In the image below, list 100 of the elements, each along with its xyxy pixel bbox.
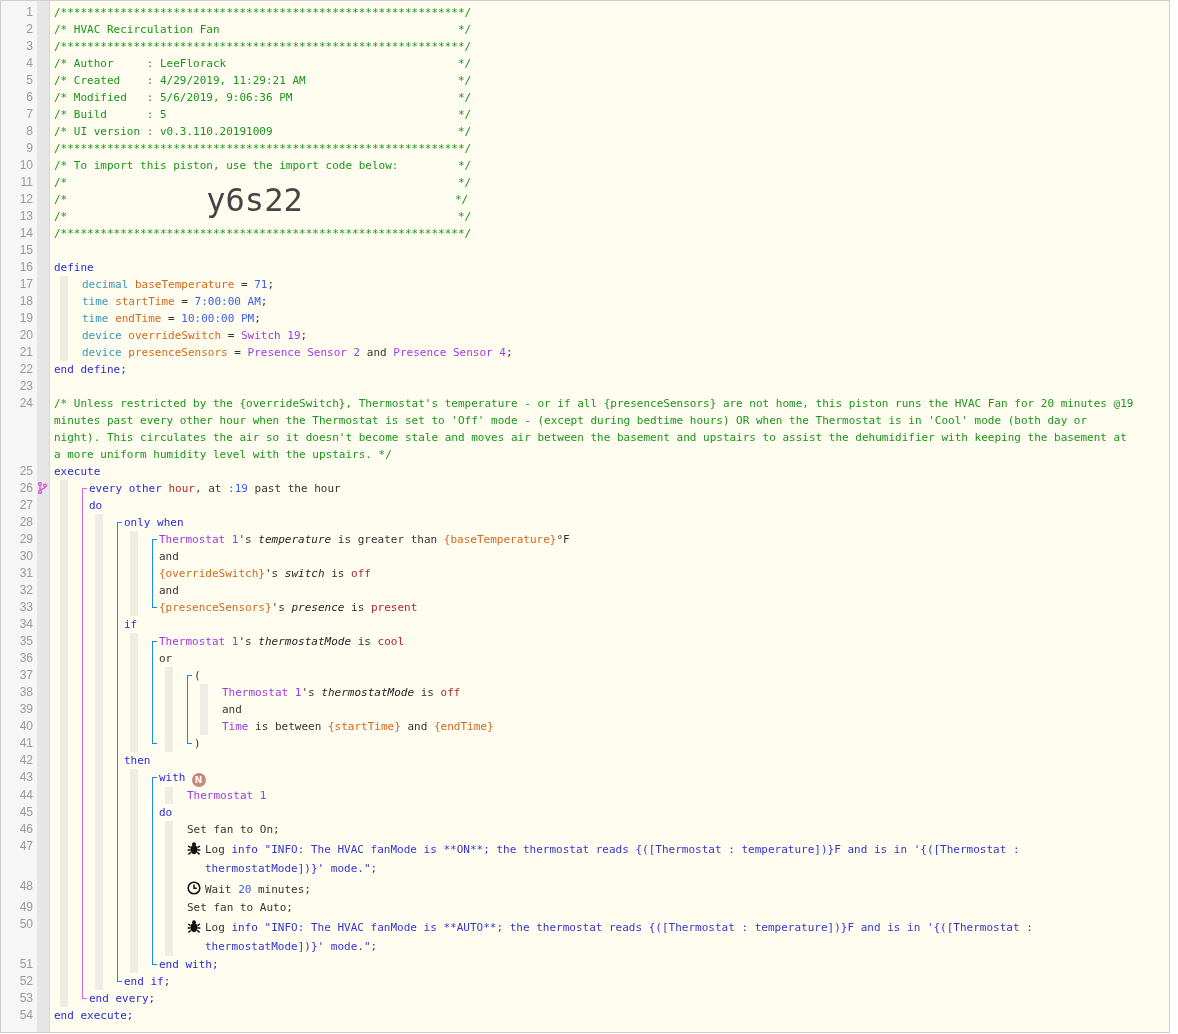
code-line: /*************************************************************/	[54, 227, 472, 240]
line-number: 43	[18, 769, 34, 786]
code-line: /*************************************************************/	[54, 6, 472, 19]
line-number: 32	[18, 582, 34, 599]
code-line: do	[89, 499, 103, 512]
line-number: 21	[18, 344, 34, 361]
line-number: 46	[18, 821, 34, 838]
line-number: 51	[18, 956, 34, 973]
code-line: device presenceSensors = Presence Sensor 2 and Presence Sensor 4;	[82, 346, 513, 359]
line-number: 22	[18, 361, 34, 378]
line-number: 45	[18, 804, 34, 821]
code-line: or	[159, 652, 173, 665]
badge: N	[191, 773, 206, 787]
code-line: and	[222, 703, 242, 716]
line-number: 49	[18, 899, 34, 916]
code-line: /* Build : 5 */	[54, 108, 472, 121]
code-line: Thermostat 1's thermostatMode is cool	[159, 635, 405, 648]
line-number: 16	[18, 259, 34, 276]
code-line: if	[124, 618, 138, 631]
code-line: and	[159, 584, 179, 597]
line-number: 33	[18, 599, 34, 616]
line-number: 36	[18, 650, 34, 667]
line-number: 11	[19, 174, 34, 191]
line-number: 6	[25, 89, 34, 106]
code-line: */	[453, 193, 469, 206]
code-line: (	[194, 669, 201, 682]
code-line: Set fan to On;	[187, 823, 280, 836]
code-line: every other hour, at :19 past the hour	[89, 482, 341, 495]
code-line: define	[54, 261, 94, 274]
code-line: Log info "INFO: The HVAC fanMode is **ON**; the thermostat reads {([Thermostat : temperature])}F and is in '{([Thermostat : thermostatMode])}' mode.";	[205, 842, 1021, 877]
line-number: 42	[18, 752, 34, 769]
code-line: /* UI version : v0.3.110.20191009 */	[54, 125, 472, 138]
code-line: and	[159, 550, 179, 563]
code-line: device overrideSwitch = Switch 19;	[82, 329, 308, 342]
line-number: 54	[18, 1007, 34, 1024]
line-number: 50	[18, 916, 34, 933]
line-number: 34	[18, 616, 34, 633]
line-number: 27	[18, 497, 34, 514]
line-number: 2	[25, 21, 34, 38]
bug-icon	[187, 841, 201, 855]
line-number: 38	[18, 684, 34, 701]
clock-icon	[187, 881, 201, 895]
line-number: 29	[18, 531, 34, 548]
code-line: only when	[124, 516, 184, 529]
line-number: 35	[18, 633, 34, 650]
line-number: 53	[18, 990, 34, 1007]
code-line: /*************************************************************/	[54, 142, 472, 155]
code-line: end execute;	[54, 1009, 134, 1022]
line-number: 10	[18, 157, 34, 174]
code-line: end every;	[89, 992, 156, 1005]
line-number: 15	[18, 242, 34, 259]
code-line: Set fan to Auto;	[187, 901, 293, 914]
line-number: 40	[18, 718, 34, 735]
line-number: 20	[18, 327, 34, 344]
code-line: then	[124, 754, 151, 767]
line-number: 44	[18, 787, 34, 804]
line-number: 47	[18, 838, 34, 855]
code-line: Thermostat 1's thermostatMode is off	[222, 686, 461, 699]
line-number: 18	[18, 293, 34, 310]
code-line: {overrideSwitch}'s switch is off	[159, 567, 371, 580]
code-line: /* */	[54, 176, 472, 189]
line-number: 39	[18, 701, 34, 718]
code-line: /* Created : 4/29/2019, 11:29:21 AM */	[54, 74, 472, 87]
code-line: end with;	[159, 958, 219, 971]
code-line: /* Unless restricted by the {overrideSwitch}, Thermostat's temperature - or if all {presenceSensors} are not home, this piston runs the HVAC Fan for 20 minutes @19 minutes past every other hour when the Thermostat is set to 'Off' mode - (except during bedtime hours) OR when the Thermostat is in 'Cool' mode (both day or night). This circulates the air so it doesn't become stale and moves air between the basement and upstairs to assist the dehumidifier with keeping the basement at a more uniform humidity level with the upstairs. */	[54, 397, 1135, 461]
code-line: Thermostat 1's temperature is greater than {baseTemperature}°F	[159, 533, 570, 546]
line-number: 30	[18, 548, 34, 565]
code-line: time startTime = 7:00:00 AM;	[82, 295, 268, 308]
line-number: 24	[18, 395, 34, 412]
line-number: 17	[18, 276, 34, 293]
line-number: 37	[18, 667, 34, 684]
code-line: Thermostat 1	[187, 789, 267, 802]
code-line: do	[159, 806, 173, 819]
code-line: )	[194, 737, 201, 750]
code-line: end define;	[54, 363, 127, 376]
code-line: /* Modified : 5/6/2019, 9:06:36 PM */	[54, 91, 472, 104]
bug-icon	[187, 919, 201, 933]
line-number: 3	[25, 38, 34, 55]
line-number: 12	[18, 191, 34, 208]
line-number: 1	[25, 4, 34, 21]
line-number: 26	[18, 480, 34, 497]
line-number: 8	[25, 123, 34, 140]
line-number: 25	[18, 463, 34, 480]
line-number: 5	[25, 72, 34, 89]
line-number: 7	[25, 106, 34, 123]
code-line: decimal baseTemperature = 71;	[82, 278, 275, 291]
line-number: 13	[18, 208, 34, 225]
code-line: /*************************************************************/	[54, 40, 472, 53]
code-line: /* Author : LeeFlorack */	[54, 57, 472, 70]
code-line: with	[159, 771, 186, 784]
line-number: 19	[18, 310, 34, 327]
line-number: 14	[18, 225, 34, 242]
code-line: end if;	[124, 975, 171, 988]
code-line: execute	[54, 465, 101, 478]
code-line: {presenceSensors}'s presence is present	[159, 601, 418, 614]
line-number: 48	[18, 878, 34, 895]
code-line: /* HVAC Recirculation Fan */	[54, 23, 472, 36]
line-number: 4	[25, 55, 34, 72]
code-line: Log info "INFO: The HVAC fanMode is **AUTO**; the thermostat reads {([Thermostat : temperature])}F and is in '{([Thermostat : thermostatMode])}' mode.";	[205, 920, 1034, 955]
line-number: 41	[18, 735, 34, 752]
